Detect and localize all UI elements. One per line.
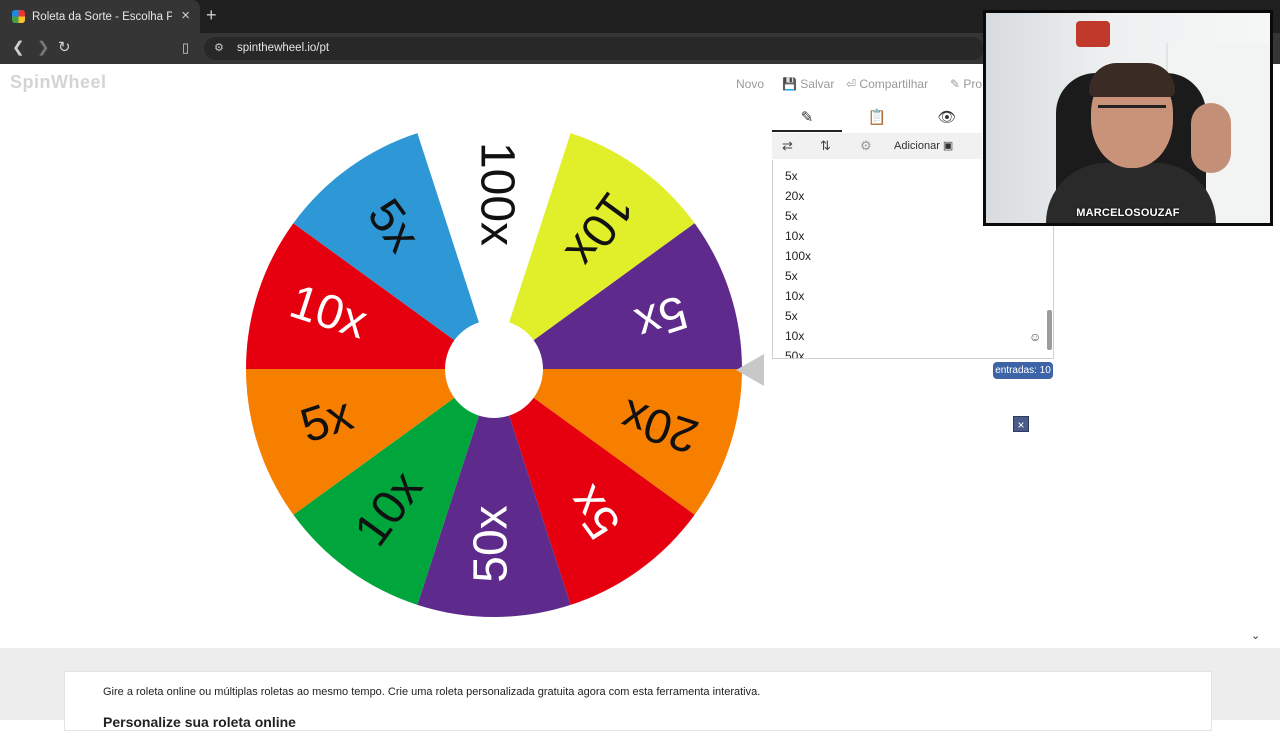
entry-line[interactable]: 5x	[785, 206, 798, 226]
description-card: Gire a roleta online ou múltiplas roleta…	[64, 671, 1212, 731]
wheel-pointer-icon	[736, 354, 764, 386]
entry-line[interactable]: 5x	[785, 166, 798, 186]
bookmark-icon[interactable]: ▯	[182, 39, 189, 57]
entry-line[interactable]: 10x	[785, 326, 804, 346]
add-button[interactable]: Adicionar ▣	[894, 137, 953, 155]
entry-line[interactable]: 5x	[785, 266, 798, 286]
entry-line[interactable]: 100x	[785, 246, 811, 266]
save-icon: 💾	[782, 77, 797, 91]
tab-title: Roleta da Sorte - Escolha Per	[32, 10, 172, 23]
browser-tab[interactable]: Roleta da Sorte - Escolha Per ×	[0, 0, 200, 33]
close-icon[interactable]: ×	[1013, 416, 1029, 432]
site-settings-icon[interactable]: ⚙	[214, 41, 224, 54]
entry-line[interactable]: 50x	[785, 346, 804, 358]
back-icon[interactable]: ❮	[12, 39, 25, 57]
settings-icon[interactable]: ⚙	[860, 137, 872, 155]
webcam-hand	[1191, 103, 1231, 173]
prize-wheel[interactable]: 100x 10x5x20x5x50x10x5x10x5x	[244, 119, 744, 619]
reload-icon[interactable]: ↻	[58, 39, 71, 57]
site-logo[interactable]: SpinWheel	[10, 72, 107, 93]
emoji-icon[interactable]: ☺	[1029, 330, 1041, 344]
editor-tabs: ✎ 📋 👁	[772, 106, 982, 132]
sort-icon[interactable]: ⇅	[820, 137, 831, 155]
webcam-overlay: MARCELOSOUZAF	[983, 10, 1273, 226]
webcam-name-tag: MARCELOSOUZAF	[1076, 207, 1180, 219]
close-tab-icon[interactable]: ×	[181, 8, 190, 23]
wheel-segment-label: 100x	[470, 142, 523, 246]
tab-hide[interactable]: 👁	[912, 106, 982, 132]
pro-label: Pro	[963, 77, 983, 91]
save-button[interactable]: 💾 Salvar	[782, 77, 834, 91]
share-button[interactable]: ⏎ Compartilhar	[846, 77, 928, 91]
new-button[interactable]: Novo	[736, 77, 764, 91]
wheel-segment-label: 50x	[465, 505, 518, 582]
save-label: Salvar	[800, 77, 835, 91]
wheel-center[interactable]	[445, 320, 543, 418]
url-text: spinthewheel.io/pt	[237, 42, 330, 54]
clipboard-icon: 📋	[867, 109, 887, 126]
intro-text: Gire a roleta online ou múltiplas roleta…	[103, 686, 761, 698]
new-tab-button[interactable]: +	[206, 6, 217, 24]
forward-icon[interactable]: ❯	[37, 39, 50, 57]
share-icon: ⏎	[846, 77, 857, 91]
favicon-icon	[12, 10, 25, 23]
chevron-down-icon[interactable]: ⌄	[1251, 629, 1260, 642]
entry-line[interactable]: 5x	[785, 306, 798, 326]
pro-button[interactable]: ✎ Pro	[950, 77, 982, 91]
tab-results[interactable]: 📋	[842, 106, 912, 132]
add-label: Adicionar	[894, 140, 940, 152]
webcam-glasses	[1098, 105, 1166, 119]
webcam-person-hair	[1089, 63, 1175, 97]
section-heading: Personalize sua roleta online	[103, 714, 296, 730]
eye-slash-icon: 👁	[937, 109, 957, 126]
image-icon: ▣	[942, 140, 954, 152]
address-bar[interactable]: ⚙ spinthewheel.io/pt	[204, 37, 984, 60]
entries-scrollbar[interactable]	[1047, 310, 1052, 350]
entry-line[interactable]: 20x	[785, 186, 804, 206]
entry-line[interactable]: 10x	[785, 286, 804, 306]
pencil-icon: ✎	[800, 109, 814, 126]
tab-edit[interactable]: ✎	[772, 106, 842, 132]
webcam-decoration	[1076, 21, 1110, 47]
pencil-icon: ✎	[950, 77, 961, 91]
share-label: Compartilhar	[859, 77, 929, 91]
entry-count-badge: entradas: 10	[993, 362, 1053, 379]
entry-line[interactable]: 10x	[785, 226, 804, 246]
shuffle-icon[interactable]: ⇄	[782, 137, 793, 155]
